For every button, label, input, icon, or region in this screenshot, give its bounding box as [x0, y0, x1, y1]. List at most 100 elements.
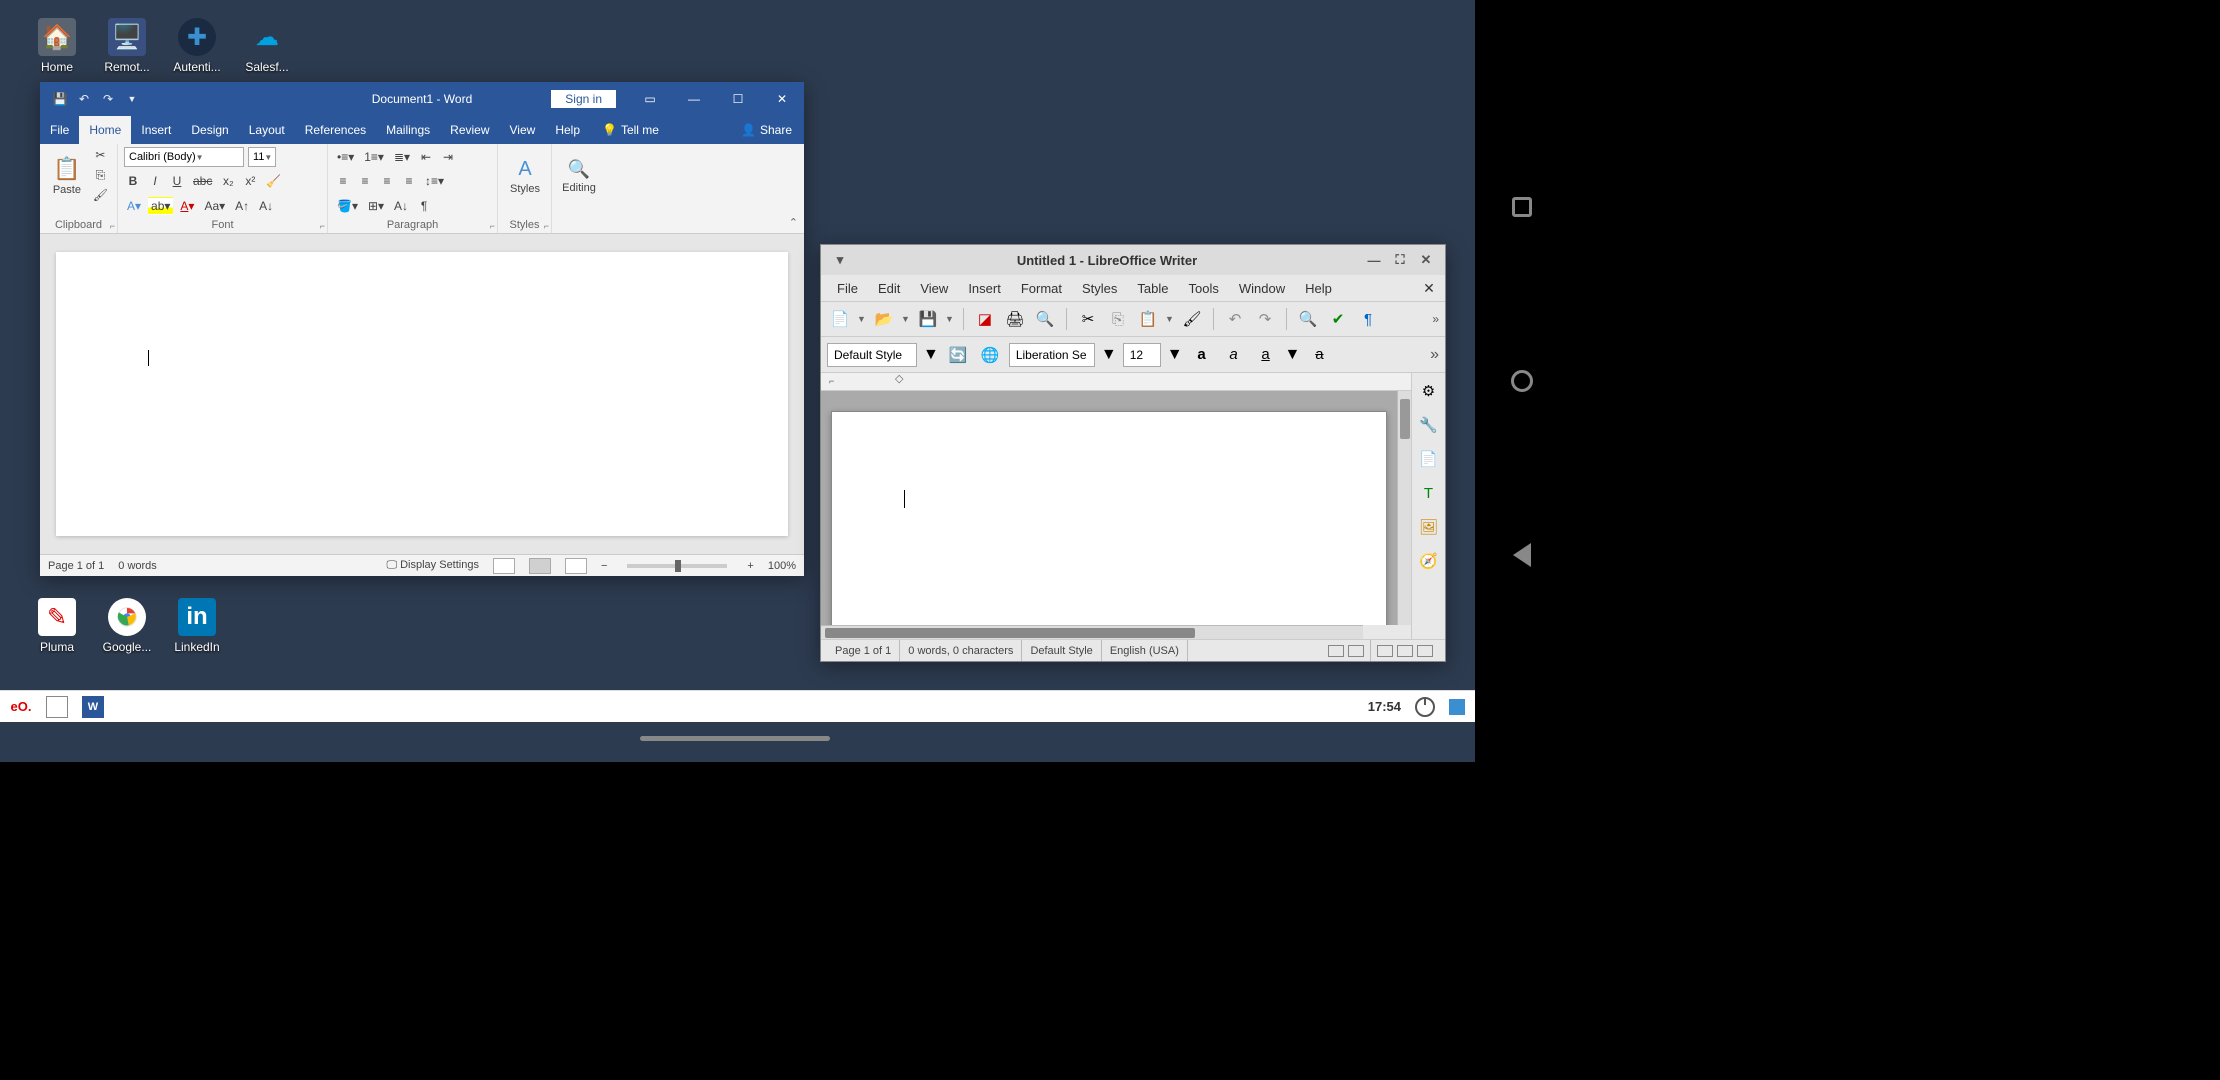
maximize-button[interactable]: ☐	[716, 82, 760, 116]
print-button[interactable]: 🖨	[1002, 306, 1028, 332]
taskbar-logo-icon[interactable]: eO.	[10, 696, 32, 718]
font-name-combo[interactable]: Calibri (Body)▼	[124, 147, 244, 167]
read-mode-button[interactable]	[493, 558, 515, 574]
desktop-icon-chrome[interactable]: Google...	[92, 598, 162, 654]
minimize-button[interactable]: —	[1361, 250, 1387, 270]
close-document-button[interactable]: ✕	[1419, 280, 1439, 297]
show-desktop-button[interactable]	[1449, 699, 1465, 715]
new-button[interactable]: 📄	[827, 306, 853, 332]
align-right-button[interactable]: ≡	[378, 172, 396, 190]
tab-references[interactable]: References	[295, 116, 376, 144]
slider-thumb[interactable]	[675, 560, 681, 572]
taskbar-word-icon[interactable]: W	[82, 696, 104, 718]
find-replace-button[interactable]: 🔍	[1295, 306, 1321, 332]
desktop-icon-home[interactable]: 🏠Home	[22, 18, 92, 74]
zoom-out-button[interactable]: −	[601, 560, 607, 572]
decrease-indent-button[interactable]: ⇤	[417, 148, 435, 166]
menu-format[interactable]: Format	[1011, 278, 1072, 299]
share-button[interactable]: 👤Share	[729, 116, 804, 144]
paragraph-style-combo[interactable]: Default Style	[827, 343, 917, 367]
tab-view[interactable]: View	[500, 116, 546, 144]
redo-icon[interactable]: ↷	[100, 91, 116, 107]
subscript-button[interactable]: x₂	[219, 172, 237, 190]
clone-format-button[interactable]: 🖌	[1179, 306, 1205, 332]
desktop-icon-salesforce[interactable]: ☁Salesf...	[232, 18, 302, 74]
tab-file[interactable]: File	[40, 116, 79, 144]
justify-button[interactable]: ≡	[400, 172, 418, 190]
menu-help[interactable]: Help	[1295, 278, 1342, 299]
underline-button[interactable]: a	[1253, 342, 1279, 368]
tab-home[interactable]: Home	[79, 116, 131, 144]
chevron-down-icon[interactable]: ▼	[1165, 314, 1175, 324]
font-name-combo[interactable]: Liberation Se	[1009, 343, 1095, 367]
show-marks-button[interactable]: ¶	[415, 197, 433, 215]
qat-dropdown-icon[interactable]: ▼	[124, 91, 140, 107]
update-style-button[interactable]: 🔄	[945, 342, 971, 368]
formatting-marks-button[interactable]: ¶	[1355, 306, 1381, 332]
align-left-button[interactable]: ≡	[334, 172, 352, 190]
chevron-down-icon[interactable]: ▼	[1167, 346, 1183, 364]
menu-tools[interactable]: Tools	[1178, 278, 1228, 299]
desktop-icon-pluma[interactable]: ✎Pluma	[22, 598, 92, 654]
menu-insert[interactable]: Insert	[958, 278, 1011, 299]
lo-page[interactable]	[831, 411, 1387, 625]
menu-edit[interactable]: Edit	[868, 278, 910, 299]
horizontal-scrollbar[interactable]	[821, 625, 1363, 639]
collapse-ribbon-icon[interactable]: ⌃	[789, 216, 798, 229]
tab-insert[interactable]: Insert	[131, 116, 181, 144]
sidebar-page-icon[interactable]: 📄	[1417, 447, 1441, 471]
chevron-down-icon[interactable]: ▼	[1285, 346, 1301, 364]
strikethrough-button[interactable]: abc	[190, 172, 215, 190]
lo-document-area[interactable]	[821, 391, 1397, 625]
sidebar-gallery-icon[interactable]: 🖼	[1417, 515, 1441, 539]
window-menu-icon[interactable]: ▾	[827, 250, 853, 270]
dialog-launcher-icon[interactable]: ⌐	[110, 221, 115, 231]
open-button[interactable]: 📂	[871, 306, 897, 332]
toolbar-overflow-icon[interactable]: »	[1430, 346, 1439, 364]
word-document-area[interactable]	[40, 234, 804, 554]
menu-view[interactable]: View	[910, 278, 958, 299]
dialog-launcher-icon[interactable]: ⌐	[490, 221, 495, 231]
minimize-button[interactable]: —	[672, 82, 716, 116]
cut-button[interactable]: ✂	[1075, 306, 1101, 332]
page-style[interactable]: Default Style	[1022, 640, 1101, 661]
cut-button[interactable]: ✂	[90, 146, 111, 164]
recents-button[interactable]	[1509, 194, 1535, 220]
chevron-down-icon[interactable]: ▼	[901, 314, 911, 324]
sort-button[interactable]: A↓	[391, 197, 411, 215]
word-count[interactable]: 0 words, 0 characters	[900, 640, 1022, 661]
view-book3-button[interactable]	[1417, 645, 1433, 657]
superscript-button[interactable]: x²	[241, 172, 259, 190]
menu-styles[interactable]: Styles	[1072, 278, 1127, 299]
sidebar-navigator-icon[interactable]: 🧭	[1417, 549, 1441, 573]
desktop-icon-autenti[interactable]: ✚Autenti...	[162, 18, 232, 74]
paste-button[interactable]: 📋	[1135, 306, 1161, 332]
line-spacing-button[interactable]: ↕≡▾	[422, 172, 447, 190]
strikethrough-button[interactable]: a	[1306, 342, 1332, 368]
desktop-icon-linkedin[interactable]: inLinkedIn	[162, 598, 232, 654]
close-button[interactable]: ✕	[760, 82, 804, 116]
word-count[interactable]: 0 words	[118, 560, 157, 572]
tab-review[interactable]: Review	[440, 116, 499, 144]
dialog-launcher-icon[interactable]: ⌐	[320, 221, 325, 231]
page-indicator[interactable]: Page 1 of 1	[48, 560, 104, 572]
editing-button[interactable]: 🔍Editing	[558, 146, 600, 206]
bullets-button[interactable]: •≡▾	[334, 148, 357, 166]
scrollbar-thumb[interactable]	[825, 628, 1195, 638]
undo-icon[interactable]: ↶	[76, 91, 92, 107]
tab-help[interactable]: Help	[545, 116, 590, 144]
dialog-launcher-icon[interactable]: ⌐	[544, 221, 549, 231]
undo-button[interactable]: ↶	[1222, 306, 1248, 332]
grow-font-button[interactable]: A↑	[232, 197, 252, 215]
increase-indent-button[interactable]: ⇥	[439, 148, 457, 166]
copy-button[interactable]: ⎘	[90, 166, 111, 184]
underline-button[interactable]: U	[168, 172, 186, 190]
vertical-scrollbar[interactable]	[1397, 391, 1411, 625]
redo-button[interactable]: ↷	[1252, 306, 1278, 332]
print-preview-button[interactable]: 🔍	[1032, 306, 1058, 332]
menu-window[interactable]: Window	[1229, 278, 1295, 299]
export-pdf-button[interactable]: ◪	[972, 306, 998, 332]
multilevel-button[interactable]: ≣▾	[391, 148, 413, 166]
display-settings-button[interactable]: 🖵 Display Settings	[386, 559, 479, 572]
spellcheck-button[interactable]: ✔	[1325, 306, 1351, 332]
